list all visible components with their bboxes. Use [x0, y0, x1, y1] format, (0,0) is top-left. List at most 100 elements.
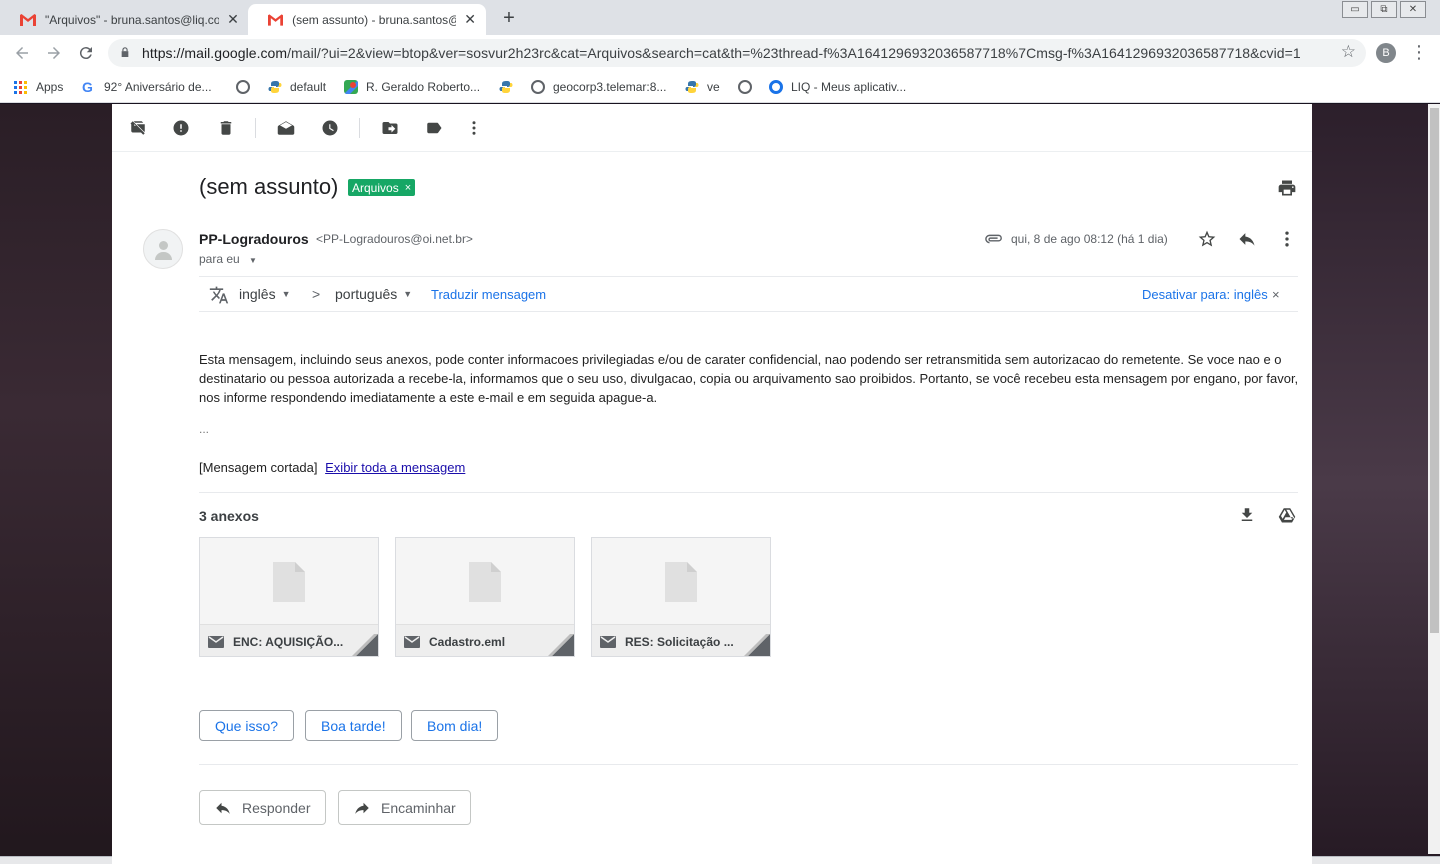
- message-more-button[interactable]: [1276, 228, 1298, 250]
- page-fold-icon: [352, 634, 378, 656]
- url-host: https://mail.google.com: [142, 45, 288, 61]
- source-language-dropdown[interactable]: inglês ▼: [239, 286, 291, 302]
- labels-button[interactable]: [423, 117, 445, 139]
- translate-message-link[interactable]: Traduzir mensagem: [431, 287, 546, 302]
- globe-icon: [531, 80, 545, 94]
- bookmark-geocorp[interactable]: geocorp3.telemar:8...: [531, 78, 666, 96]
- star-outline-icon: [1198, 230, 1216, 247]
- bookmark-ve[interactable]: ve: [685, 78, 720, 96]
- mark-unread-icon: [277, 121, 295, 135]
- forward-button[interactable]: [42, 41, 66, 65]
- smart-reply-chip[interactable]: Bom dia!: [411, 710, 499, 741]
- reply-label: Responder: [242, 799, 311, 816]
- more-actions-button[interactable]: [463, 117, 485, 139]
- bookmark-python-2[interactable]: [499, 78, 521, 96]
- python-icon: [268, 81, 282, 93]
- download-all-button[interactable]: [1236, 504, 1258, 526]
- email-file-icon: [404, 635, 420, 648]
- globe-icon: [738, 80, 752, 94]
- file-icon: [273, 562, 305, 602]
- python-icon: [499, 81, 513, 93]
- bookmark-aniversario[interactable]: G 92° Aniversário de...: [82, 78, 212, 96]
- bookmark-default[interactable]: default: [268, 78, 326, 96]
- sender-email: <PP-Logradouros@oi.net.br>: [316, 232, 473, 246]
- file-icon: [469, 562, 501, 602]
- smart-reply-chip[interactable]: Que isso?: [199, 710, 295, 741]
- mark-unread-button[interactable]: [275, 117, 297, 139]
- bookmark-label: 92° Aniversário de...: [104, 80, 212, 94]
- report-spam-button[interactable]: [170, 117, 192, 139]
- bookmark-label: R. Geraldo Roberto...: [366, 80, 481, 94]
- gmail-icon: [20, 13, 36, 26]
- sender-avatar: [143, 229, 183, 269]
- attachments-title: 3 anexos: [199, 508, 259, 524]
- forward-button[interactable]: Encaminhar: [338, 790, 471, 825]
- move-to-button[interactable]: [379, 117, 401, 139]
- attachment-card[interactable]: RES: Solicitação ...: [591, 537, 771, 657]
- remove-label-icon[interactable]: ×: [405, 182, 411, 194]
- bookmark-apps[interactable]: Apps: [14, 78, 63, 96]
- profile-avatar[interactable]: B: [1376, 43, 1396, 63]
- more-vert-icon: [1285, 231, 1289, 247]
- new-tab-button[interactable]: +: [498, 8, 520, 30]
- minimize-button[interactable]: ▭: [1342, 1, 1368, 18]
- trash-icon: [220, 121, 232, 135]
- attachment-card[interactable]: ENC: AQUISIÇÃO...: [199, 537, 379, 657]
- star-button[interactable]: [1196, 228, 1218, 250]
- translate-bar: inglês ▼ > português ▼ Traduzir mensagem D…: [199, 276, 1298, 312]
- email-file-icon: [600, 635, 616, 648]
- label-icon: [427, 122, 442, 134]
- bookmark-globe-1[interactable]: [236, 78, 258, 96]
- bookmark-geraldo-roberto[interactable]: R. Geraldo Roberto...: [344, 78, 480, 96]
- print-icon[interactable]: [1277, 178, 1297, 198]
- source-language: inglês: [239, 286, 276, 302]
- tab-close-icon[interactable]: ✕: [464, 11, 476, 28]
- label-chip-arquivos[interactable]: Arquivos ×: [348, 179, 416, 196]
- window-controls: ▭ ⧉ ✕: [1339, 1, 1426, 18]
- view-entire-message-link[interactable]: Exibir toda a mensagem: [325, 460, 465, 475]
- attachment-name: RES: Solicitação ...: [625, 634, 734, 649]
- tab-arquivos[interactable]: "Arquivos" - bruna.santos@liq.co ✕: [0, 4, 250, 35]
- message-meta: qui, 8 de ago 08:12 (há 1 dia): [985, 231, 1168, 247]
- move-to-icon: [382, 122, 398, 134]
- chrome-menu-icon[interactable]: ⋮: [1410, 42, 1428, 63]
- window-close-button[interactable]: ✕: [1400, 1, 1426, 18]
- restore-button[interactable]: ⧉: [1371, 1, 1397, 18]
- snooze-button[interactable]: [319, 117, 341, 139]
- target-language-dropdown[interactable]: português ▼: [335, 286, 412, 302]
- reply-button[interactable]: [1236, 228, 1258, 250]
- attachment-card[interactable]: Cadastro.eml: [395, 537, 575, 657]
- recipients-toggle[interactable]: para eu ▼: [199, 252, 257, 266]
- scrollbar-thumb[interactable]: [1430, 108, 1439, 633]
- target-language: português: [335, 286, 398, 302]
- tab-close-icon[interactable]: ✕: [227, 11, 239, 28]
- toolbar-divider: [359, 118, 360, 138]
- bookmark-label: LIQ - Meus aplicativ...: [791, 80, 907, 94]
- save-to-drive-button[interactable]: [1276, 504, 1298, 526]
- back-button[interactable]: [10, 41, 34, 65]
- sender-name[interactable]: PP-Logradouros: [199, 231, 309, 247]
- archive-button[interactable]: [127, 117, 149, 139]
- back-arrow-icon: [16, 47, 28, 59]
- bookmark-star-icon[interactable]: ☆: [1341, 42, 1356, 62]
- bookmark-label: default: [290, 80, 327, 94]
- spam-icon: [173, 120, 189, 136]
- reply-compose-button[interactable]: Responder: [199, 790, 326, 825]
- maps-icon: [344, 80, 358, 94]
- caret-down-icon: ▼: [281, 289, 291, 299]
- delete-button[interactable]: [215, 117, 237, 139]
- show-trimmed-content-button[interactable]: ...: [199, 422, 209, 436]
- chevron-down-icon[interactable]: ▼: [249, 256, 257, 265]
- disable-translation-link[interactable]: Desativar para: inglês: [1142, 287, 1268, 302]
- bookmark-globe-2[interactable]: [738, 78, 760, 96]
- browser-toolbar: https://mail.google.com/mail/?ui=2&view=…: [0, 35, 1440, 71]
- page-fold-icon: [548, 634, 574, 656]
- forward-icon: [355, 802, 369, 814]
- reload-button[interactable]: [74, 41, 98, 65]
- tab-sem-assunto[interactable]: (sem assunto) - bruna.santos@liq ✕: [248, 4, 486, 35]
- google-g-icon: G: [82, 79, 93, 95]
- smart-reply-chip[interactable]: Boa tarde!: [305, 710, 402, 741]
- bookmark-liq[interactable]: LIQ - Meus aplicativ...: [769, 78, 906, 96]
- close-translate-icon[interactable]: ×: [1272, 287, 1280, 302]
- address-bar[interactable]: https://mail.google.com/mail/?ui=2&view=…: [108, 39, 1366, 67]
